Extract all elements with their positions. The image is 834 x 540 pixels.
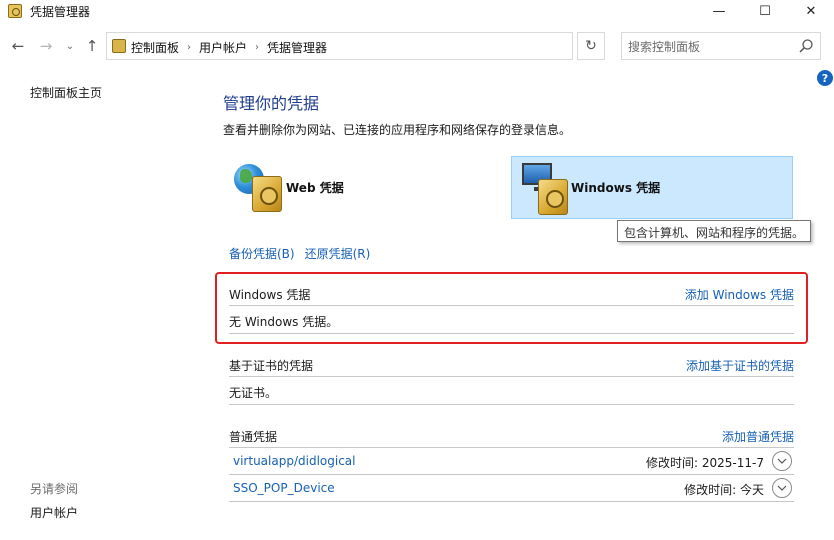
address-bar[interactable]: 控制面板 › 用户帐户 › 凭据管理器 ⌄ — [106, 32, 664, 60]
credential-modified-date: 修改时间: 2025-11-7 — [646, 456, 764, 470]
section-body: 无证书。 — [229, 377, 794, 405]
minimize-button[interactable]: — — [696, 0, 742, 22]
section-title: 普通凭据 — [229, 430, 278, 444]
section-header: 基于证书的凭据 添加基于证书的凭据 — [229, 351, 794, 377]
web-credentials-label: Web 凭据 — [286, 181, 344, 195]
window-title: 凭据管理器 — [30, 5, 91, 19]
page-title: 管理你的凭据 — [223, 94, 320, 113]
navigation-bar: ← → ⌄ ↑ 控制面板 › 用户帐户 › 凭据管理器 ⌄ ↻ — [0, 30, 834, 62]
section-body: 无 Windows 凭据。 — [229, 306, 794, 334]
section-header: Windows 凭据 添加 Windows 凭据 — [229, 280, 794, 306]
close-button[interactable]: ✕ — [788, 0, 834, 22]
web-credentials-tab[interactable]: Web 凭据 — [228, 156, 510, 219]
breadcrumb-user-accounts[interactable]: 用户帐户 — [199, 39, 247, 56]
credential-manager-icon — [112, 39, 126, 53]
generic-credentials-section: 普通凭据 添加普通凭据 virtualapp/didlogical 修改时间: … — [229, 422, 794, 502]
help-icon[interactable]: ? — [817, 70, 833, 86]
vault-icon — [252, 176, 282, 212]
empty-message: 无证书。 — [229, 386, 278, 400]
chevron-down-icon — [777, 458, 787, 464]
credential-manager-app-icon — [8, 4, 22, 18]
add-certificate-credential-link[interactable]: 添加基于证书的凭据 — [686, 357, 794, 374]
list-item[interactable]: SSO_POP_Device 修改时间: 今天 — [229, 475, 794, 502]
maximize-button[interactable]: ☐ — [742, 0, 788, 22]
backup-credentials-link[interactable]: 备份凭据(B) — [229, 247, 295, 261]
section-title: Windows 凭据 — [229, 288, 311, 302]
certificate-credentials-section: 基于证书的凭据 添加基于证书的凭据 无证书。 — [229, 351, 794, 405]
expand-chevron-icon[interactable] — [772, 451, 792, 471]
backup-restore-links: 备份凭据(B) 还原凭据(R) — [229, 245, 370, 262]
list-item[interactable]: virtualapp/didlogical 修改时间: 2025-11-7 — [229, 448, 794, 475]
chevron-down-icon — [777, 485, 787, 491]
expand-chevron-icon[interactable] — [772, 478, 792, 498]
vault-icon — [538, 179, 568, 215]
section-title: 基于证书的凭据 — [229, 359, 314, 373]
breadcrumb-separator-icon[interactable]: › — [255, 42, 259, 53]
title-bar: 凭据管理器 — ☐ ✕ — [0, 0, 834, 22]
page-description: 查看并删除你为网站、已连接的应用程序和网络保存的登录信息。 — [223, 123, 572, 137]
breadcrumb-credential-manager[interactable]: 凭据管理器 — [267, 39, 327, 56]
tooltip: 包含计算机、网站和程序的凭据。 — [617, 220, 811, 242]
see-also-heading: 另请参阅 — [30, 482, 79, 496]
back-arrow-icon[interactable]: ← — [8, 36, 28, 56]
search-input[interactable] — [628, 38, 788, 56]
user-accounts-link[interactable]: 用户帐户 — [30, 504, 78, 521]
windows-credentials-label: Windows 凭据 — [571, 181, 661, 195]
section-header: 普通凭据 添加普通凭据 — [229, 422, 794, 448]
up-arrow-icon[interactable]: ↑ — [82, 36, 102, 56]
control-panel-home-link[interactable]: 控制面板主页 — [30, 84, 102, 101]
windows-credentials-section: Windows 凭据 添加 Windows 凭据 无 Windows 凭据。 — [229, 280, 794, 334]
breadcrumb-control-panel[interactable]: 控制面板 — [131, 39, 179, 56]
search-box[interactable] — [621, 32, 821, 60]
add-windows-credential-link[interactable]: 添加 Windows 凭据 — [685, 286, 794, 303]
breadcrumb-separator-icon[interactable]: › — [187, 42, 191, 53]
credential-name[interactable]: virtualapp/didlogical — [233, 454, 355, 468]
add-generic-credential-link[interactable]: 添加普通凭据 — [722, 428, 794, 445]
refresh-button[interactable]: ↻ — [577, 32, 605, 60]
credential-modified-date: 修改时间: 今天 — [684, 483, 764, 497]
empty-message: 无 Windows 凭据。 — [229, 315, 339, 329]
breadcrumb: 控制面板 › 用户帐户 › 凭据管理器 — [131, 39, 327, 56]
restore-credentials-link[interactable]: 还原凭据(R) — [305, 247, 371, 261]
windows-credentials-tab[interactable]: Windows 凭据 — [511, 156, 793, 219]
forward-arrow-icon[interactable]: → — [36, 36, 56, 56]
credential-name[interactable]: SSO_POP_Device — [233, 481, 335, 495]
recent-locations-chevron-icon[interactable]: ⌄ — [60, 36, 80, 56]
search-icon[interactable] — [798, 38, 814, 54]
